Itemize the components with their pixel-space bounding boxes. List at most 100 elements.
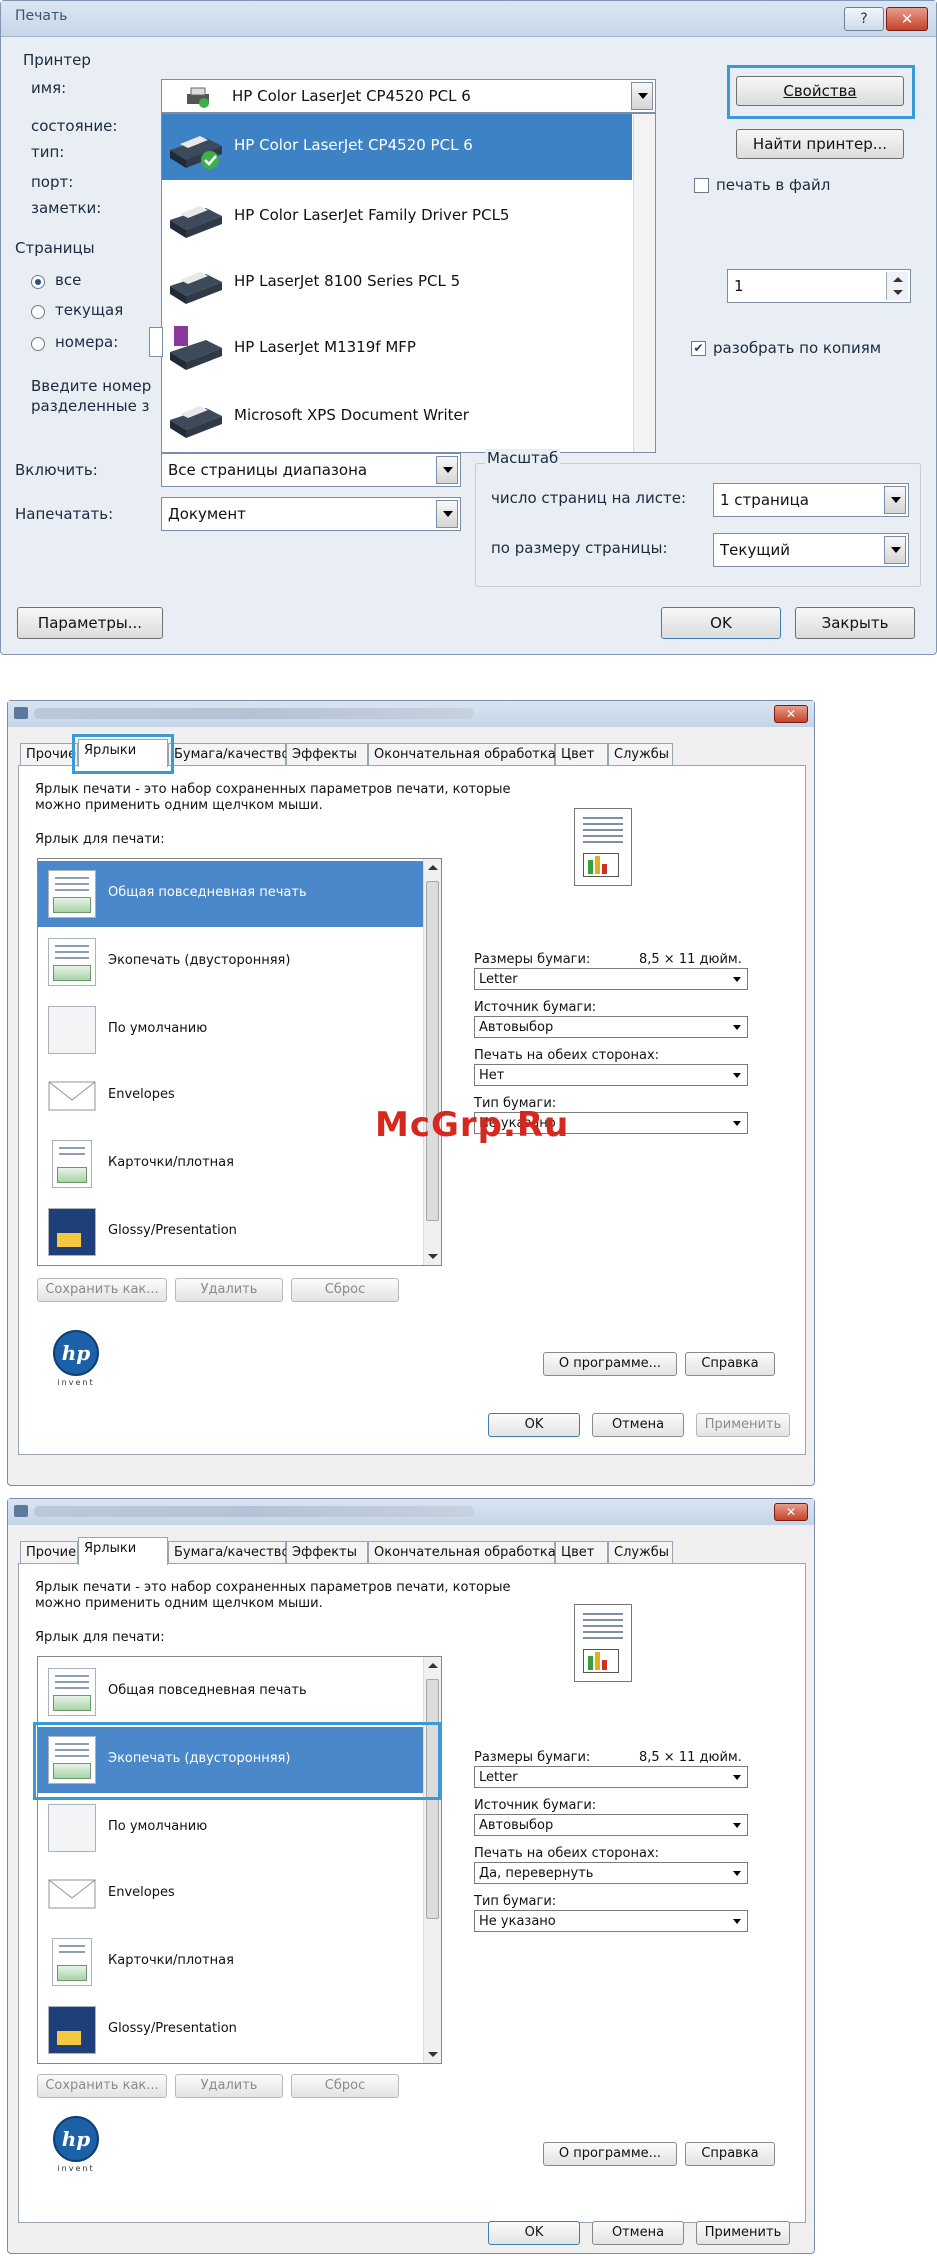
print-what-select[interactable]: Документ xyxy=(161,497,461,531)
printer-option[interactable]: HP LaserJet 8100 Series PCL 5 xyxy=(162,250,632,316)
ok-button[interactable]: OK xyxy=(488,1413,580,1437)
tab-shortcuts[interactable]: Ярлыки xyxy=(78,1537,168,1565)
printer-dropdown-list[interactable]: HP Color LaserJet CP4520 PCL 6 HP Color … xyxy=(161,113,656,453)
save-as-button[interactable]: Сохранить как... xyxy=(37,1278,167,1302)
scroll-up-icon[interactable] xyxy=(428,1663,438,1668)
fit-select[interactable]: Текущий xyxy=(713,533,909,567)
delete-button[interactable]: Удалить xyxy=(175,2074,283,2098)
duplex-select[interactable]: Нет xyxy=(474,1064,748,1086)
copies-spinner[interactable] xyxy=(886,272,908,300)
page-numbers-input[interactable] xyxy=(149,327,163,357)
about-button[interactable]: О программе... xyxy=(543,2142,677,2166)
help-button[interactable]: Справка xyxy=(685,1352,775,1376)
list-item[interactable]: Общая повседневная печать xyxy=(38,1659,424,1725)
delete-button[interactable]: Удалить xyxy=(175,1278,283,1302)
printer-option-label: HP Color LaserJet Family Driver PCL5 xyxy=(234,206,510,224)
chevron-down-icon[interactable] xyxy=(436,500,458,528)
close-icon[interactable]: ✕ xyxy=(774,705,808,723)
find-printer-button[interactable]: Найти принтер... xyxy=(736,129,904,159)
printer-icon xyxy=(187,87,209,108)
reset-button[interactable]: Сброс xyxy=(291,2074,399,2098)
tab-other[interactable]: Прочие xyxy=(20,1541,78,1563)
printer-option[interactable]: Microsoft XPS Document Writer xyxy=(162,384,632,450)
scroll-down-icon[interactable] xyxy=(428,2052,438,2057)
paper-source-select[interactable]: Автовыбор xyxy=(474,1016,748,1038)
list-scrollbar[interactable] xyxy=(423,859,441,1265)
copies-input[interactable]: 1 xyxy=(727,269,911,303)
printer-option[interactable]: HP Color LaserJet Family Driver PCL5 xyxy=(162,184,632,250)
ok-button[interactable]: OK xyxy=(661,607,781,639)
tab-paper-quality[interactable]: Бумага/качество xyxy=(168,743,289,765)
collate-checkbox[interactable]: ✔ xyxy=(691,341,706,356)
scrollbar-thumb[interactable] xyxy=(426,881,439,1221)
chevron-down-icon[interactable] xyxy=(884,536,906,564)
print-to-file-checkbox[interactable] xyxy=(694,178,709,193)
apply-button[interactable]: Применить xyxy=(696,1413,790,1437)
tab-services[interactable]: Службы xyxy=(608,1541,673,1563)
paper-size-select[interactable]: Letter xyxy=(474,1766,748,1788)
paper-type-select[interactable]: Не указано xyxy=(474,1910,748,1932)
printer-option[interactable]: HP Color LaserJet CP4520 PCL 6 xyxy=(162,114,632,180)
list-item[interactable]: Envelopes xyxy=(38,1063,424,1129)
window-title: Печать xyxy=(15,8,68,24)
apply-button[interactable]: Применить xyxy=(696,2221,790,2245)
radio-pages[interactable] xyxy=(31,337,45,351)
cancel-button[interactable]: Отмена xyxy=(592,2221,684,2245)
chevron-down-icon[interactable] xyxy=(631,82,653,110)
help-icon[interactable]: ? xyxy=(844,7,884,31)
paper-source-select[interactable]: Автовыбор xyxy=(474,1814,748,1836)
list-item[interactable]: Envelopes xyxy=(38,1861,424,1927)
list-item[interactable]: Glossy/Presentation xyxy=(38,1997,424,2063)
radio-all[interactable] xyxy=(31,275,45,289)
pages-group-label: Страницы xyxy=(15,239,95,257)
printer-select[interactable]: HP Color LaserJet CP4520 PCL 6 xyxy=(161,79,656,113)
fit-value: Текущий xyxy=(720,541,790,559)
chevron-down-icon[interactable] xyxy=(884,486,906,514)
parameters-button[interactable]: Параметры... xyxy=(17,607,163,639)
close-icon[interactable]: ✕ xyxy=(886,7,928,31)
list-item[interactable]: По умолчанию xyxy=(38,997,424,1063)
about-button[interactable]: О программе... xyxy=(543,1352,677,1376)
scroll-up-icon[interactable] xyxy=(428,865,438,870)
paper-size-select[interactable]: Letter xyxy=(474,968,748,990)
save-as-button[interactable]: Сохранить как... xyxy=(37,2074,167,2098)
include-select[interactable]: Все страницы диапазона xyxy=(161,453,461,487)
list-item[interactable]: Экопечать (двусторонняя) xyxy=(38,929,424,995)
radio-all-label: все xyxy=(55,271,82,289)
notes-label: заметки: xyxy=(31,199,102,217)
list-item[interactable]: По умолчанию xyxy=(38,1795,424,1861)
help-button[interactable]: Справка xyxy=(685,2142,775,2166)
reset-button[interactable]: Сброс xyxy=(291,1278,399,1302)
tab-effects[interactable]: Эффекты xyxy=(286,1541,368,1563)
tab-color[interactable]: Цвет xyxy=(555,743,608,765)
tab-other[interactable]: Прочие xyxy=(20,743,78,765)
chevron-down-icon[interactable] xyxy=(436,456,458,484)
cancel-button[interactable]: Отмена xyxy=(592,1413,684,1437)
close-icon[interactable]: ✕ xyxy=(774,1503,808,1521)
close-button[interactable]: Закрыть xyxy=(795,607,915,639)
printer-option[interactable]: HP LaserJet M1319f MFP xyxy=(162,316,632,382)
printer-properties-dialog-duplex: ✕ Прочие Ярлыки Бумага/качество Эффекты … xyxy=(7,1498,815,2254)
list-item[interactable]: Карточки/плотная xyxy=(38,1929,424,1995)
list-scrollbar[interactable] xyxy=(423,1657,441,2063)
duplex-select[interactable]: Да, перевернуть xyxy=(474,1862,748,1884)
shortcuts-list[interactable]: Общая повседневная печать Экопечать (дву… xyxy=(37,1656,442,2064)
list-item[interactable]: Glossy/Presentation xyxy=(38,1199,424,1265)
tab-finishing[interactable]: Окончательная обработка xyxy=(368,743,556,765)
properties-button[interactable]: Свойства xyxy=(736,76,904,106)
cardstock-icon xyxy=(52,1938,92,1986)
tab-services[interactable]: Службы xyxy=(608,743,673,765)
pages-per-sheet-select[interactable]: 1 страница xyxy=(713,483,909,517)
list-item[interactable]: Карточки/плотная xyxy=(38,1131,424,1197)
fit-label: по размеру страницы: xyxy=(491,539,668,557)
tab-effects[interactable]: Эффекты xyxy=(286,743,368,765)
list-item[interactable]: Общая повседневная печать xyxy=(38,861,424,927)
shortcuts-list[interactable]: Общая повседневная печать Экопечать (дву… xyxy=(37,858,442,1266)
tab-paper-quality[interactable]: Бумага/качество xyxy=(168,1541,289,1563)
radio-current[interactable] xyxy=(31,305,45,319)
tab-color[interactable]: Цвет xyxy=(555,1541,608,1563)
dropdown-scrollbar[interactable] xyxy=(633,114,655,452)
ok-button[interactable]: OK xyxy=(488,2221,580,2245)
tab-finishing[interactable]: Окончательная обработка xyxy=(368,1541,556,1563)
scroll-down-icon[interactable] xyxy=(428,1254,438,1259)
